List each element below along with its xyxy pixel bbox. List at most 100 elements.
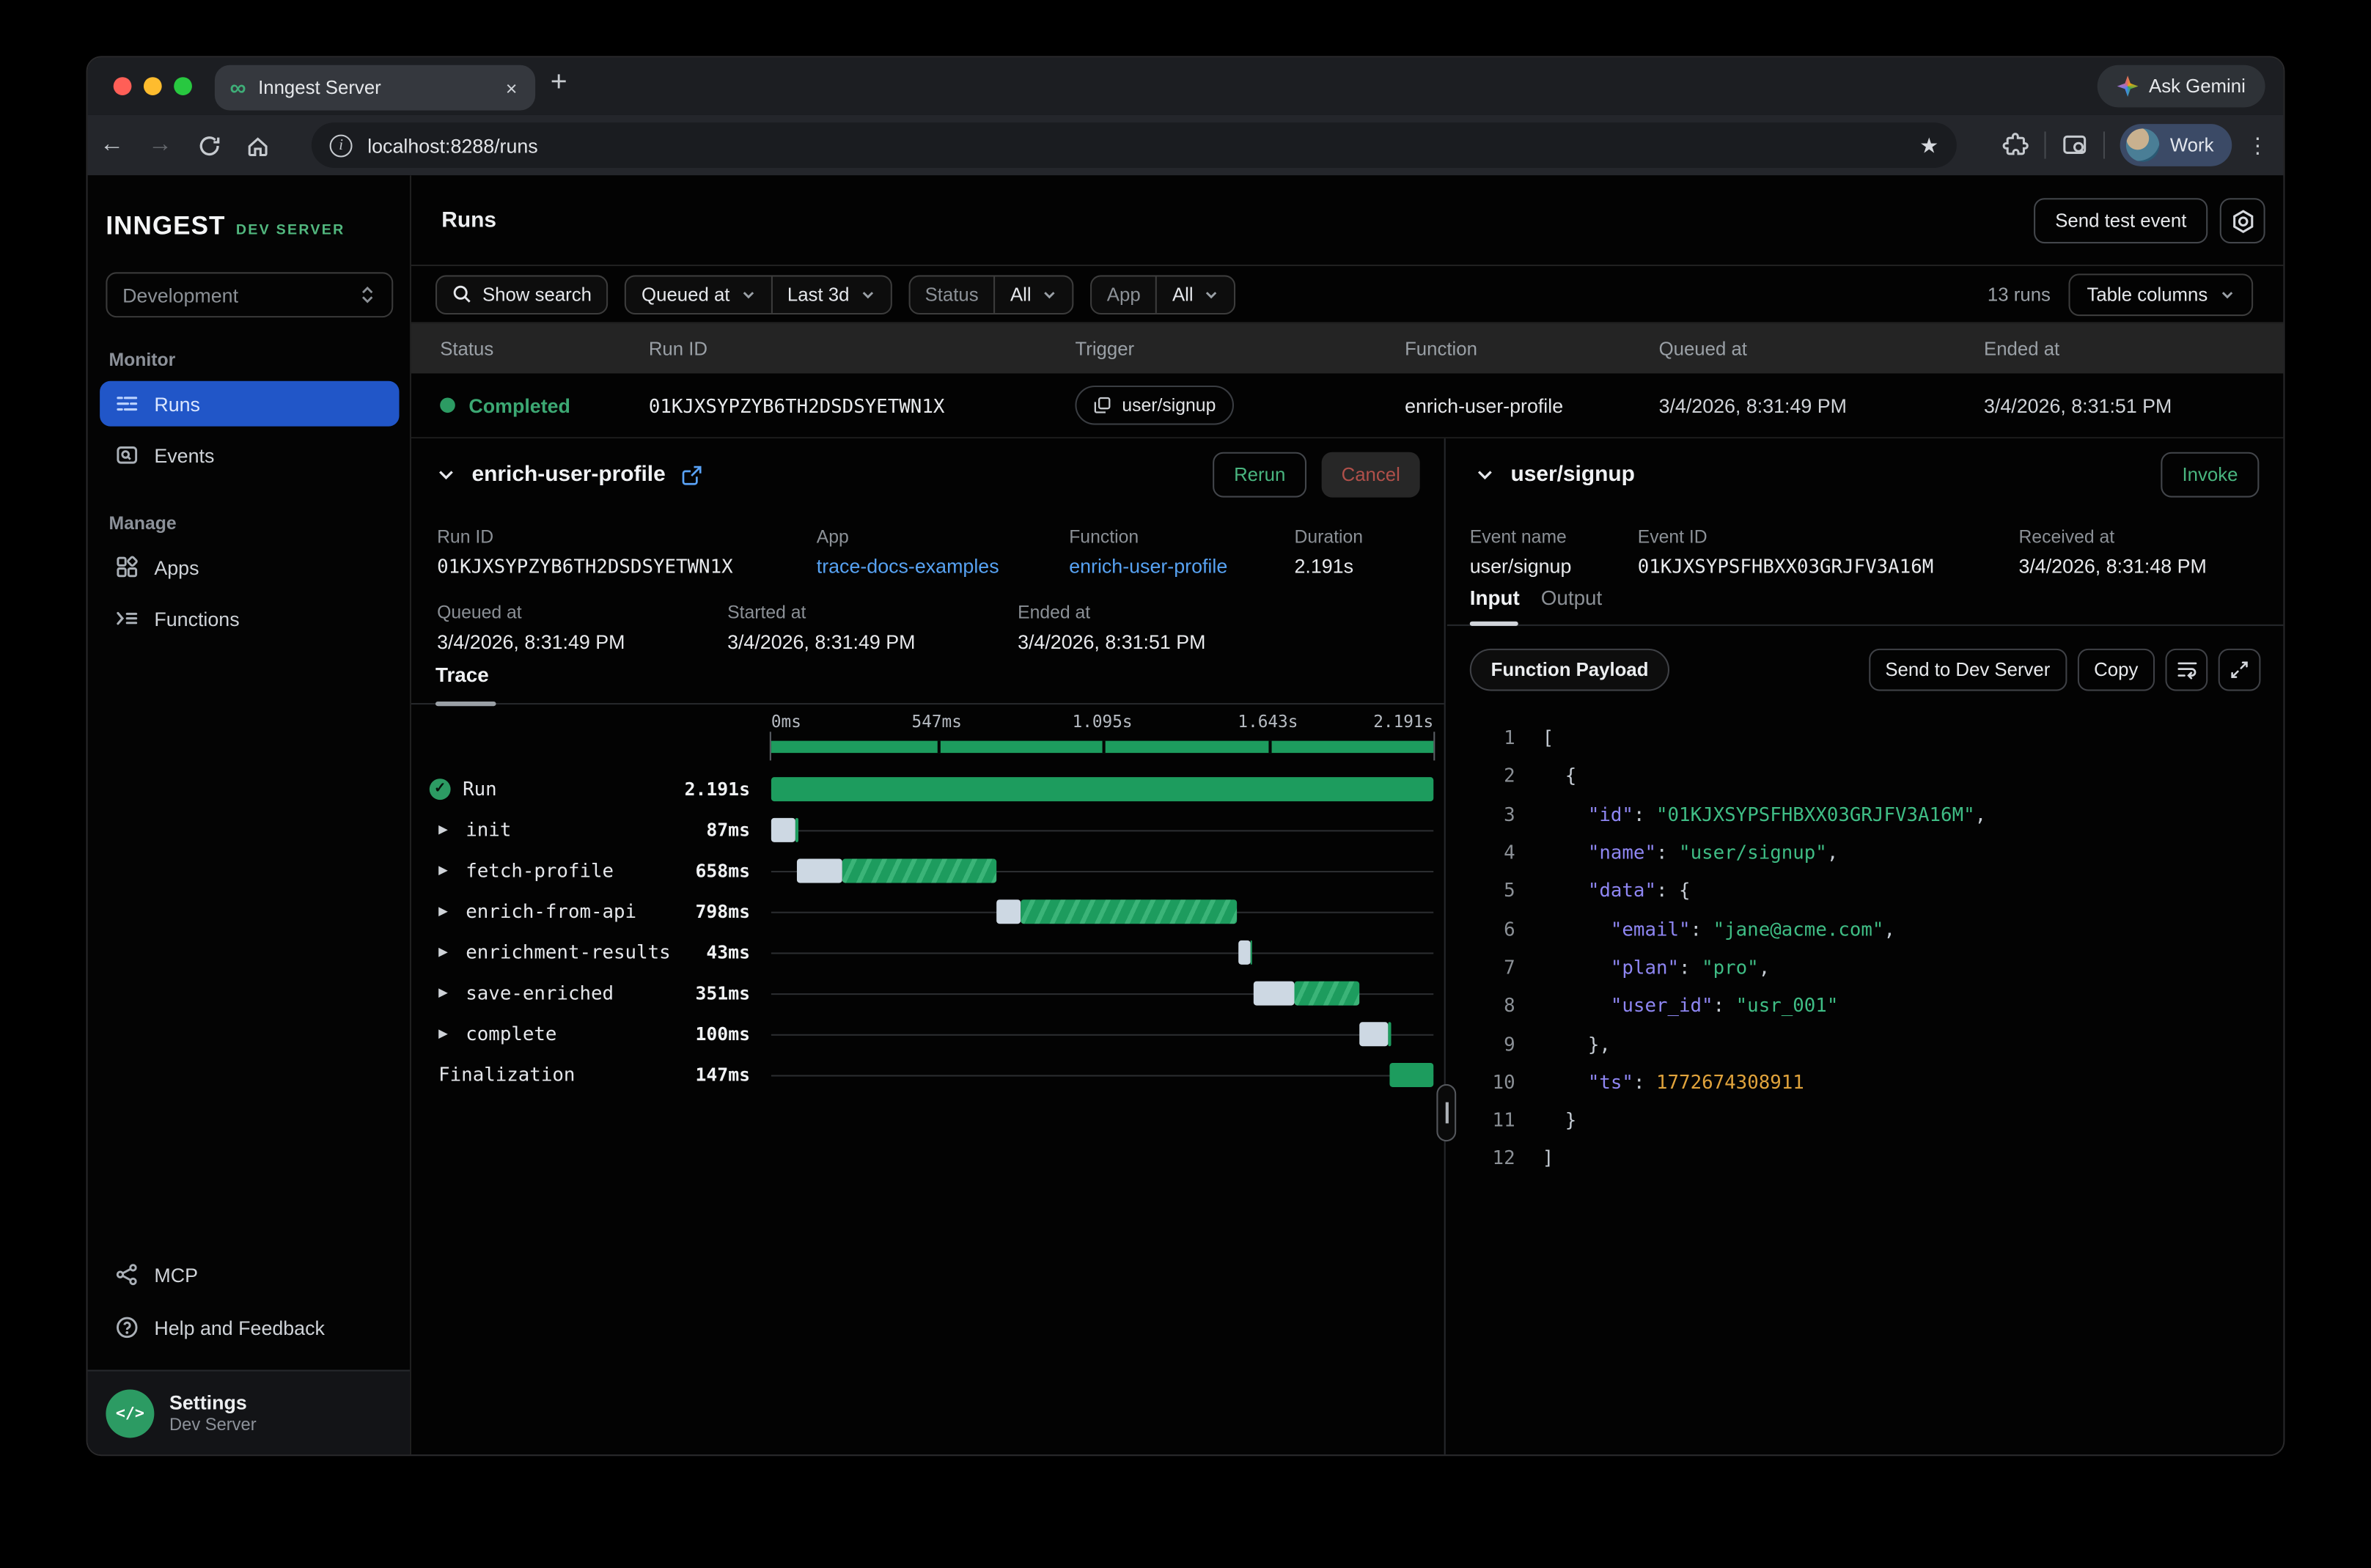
environment-select[interactable]: Development: [106, 272, 393, 317]
search-tabs-icon[interactable]: [2061, 131, 2088, 158]
trace-bar-segment[interactable]: [842, 858, 996, 882]
status-filter-value[interactable]: All: [995, 276, 1072, 312]
collapse-chevron-icon[interactable]: [1474, 464, 1496, 485]
sidebar-item-help[interactable]: Help and Feedback: [100, 1305, 399, 1350]
sidebar-item-runs[interactable]: Runs: [100, 381, 399, 427]
rerun-button[interactable]: Rerun: [1213, 452, 1306, 498]
address-bar[interactable]: i localhost:8288/runs ★: [312, 122, 1957, 168]
chevron-right-icon[interactable]: ▶: [438, 822, 454, 836]
panel-resize-handle[interactable]: [1436, 1084, 1456, 1141]
settings-footer[interactable]: </> Settings Dev Server: [88, 1370, 410, 1455]
table-row[interactable]: Completed 01KJXSYPZYB6TH2DSDSYETWN1X use…: [411, 373, 2283, 438]
new-tab-button[interactable]: +: [551, 67, 567, 100]
site-info-icon[interactable]: i: [330, 134, 353, 157]
home-button[interactable]: [233, 132, 282, 158]
maximize-window-button[interactable]: [174, 77, 192, 95]
table-columns-button[interactable]: Table columns: [2069, 273, 2253, 315]
trace-bar-segment[interactable]: [996, 899, 1021, 923]
cancel-button[interactable]: Cancel: [1322, 452, 1420, 498]
show-search-button[interactable]: Show search: [435, 274, 609, 314]
invoke-button[interactable]: Invoke: [2161, 452, 2260, 498]
minimize-window-button[interactable]: [144, 77, 162, 95]
external-link-icon[interactable]: [680, 463, 703, 486]
expand-icon[interactable]: [2219, 648, 2261, 691]
column-header-function[interactable]: Function: [1405, 338, 1659, 359]
word-wrap-icon[interactable]: [2166, 648, 2208, 691]
trace-bar-segment[interactable]: [1021, 899, 1237, 923]
app-filter-value[interactable]: All: [1157, 276, 1234, 312]
browser-tab[interactable]: ∞ Inngest Server ×: [215, 65, 535, 111]
line-number: 4: [1447, 841, 1515, 864]
sidebar-item-events[interactable]: Events: [100, 433, 399, 478]
function-link[interactable]: enrich-user-profile: [1069, 555, 1294, 578]
url-text[interactable]: localhost:8288/runs: [367, 134, 1919, 157]
chevron-right-icon[interactable]: ▶: [438, 904, 454, 918]
trace-row[interactable]: ▶init87ms: [411, 809, 1444, 850]
trace-row[interactable]: ✓Run2.191s: [411, 768, 1444, 809]
time-filter-group: Queued at Last 3d: [625, 274, 892, 314]
chevron-right-icon[interactable]: ▶: [438, 986, 454, 1000]
send-test-event-button[interactable]: Send test event: [2034, 198, 2208, 243]
app-link[interactable]: trace-docs-examples: [817, 555, 1069, 578]
json-payload-code[interactable]: 1[2 {3 "id": "01KJXSYPSFHBXX03GRJFV3A16M…: [1447, 718, 2284, 1177]
timeline-minimap[interactable]: [771, 741, 1433, 754]
trace-bar-segment[interactable]: [771, 817, 795, 842]
trace-row[interactable]: ▶enrichment-results43ms: [411, 932, 1444, 973]
trace-bar-segment[interactable]: [1238, 940, 1250, 964]
column-header-ended-at[interactable]: Ended at: [1984, 338, 2283, 359]
trigger-pill[interactable]: user/signup: [1075, 386, 1234, 425]
forward-button[interactable]: →: [136, 131, 185, 158]
run-name: enrich-user-profile: [472, 463, 666, 487]
function-payload-button[interactable]: Function Payload: [1470, 648, 1670, 691]
collapse-chevron-icon[interactable]: [435, 464, 457, 485]
check-circle-icon: ✓: [430, 778, 451, 799]
trace-row[interactable]: ▶fetch-profile658ms: [411, 850, 1444, 891]
browser-window: ∞ Inngest Server × + Ask Gemini ← → i lo…: [87, 56, 2285, 1456]
extensions-icon[interactable]: [2002, 131, 2029, 158]
column-header-queued-at[interactable]: Queued at: [1659, 338, 1984, 359]
reload-button[interactable]: [185, 132, 233, 158]
chevron-right-icon[interactable]: ▶: [438, 945, 454, 959]
tab-output[interactable]: Output: [1541, 586, 1603, 609]
chevron-right-icon[interactable]: ▶: [438, 864, 454, 877]
trace-row[interactable]: ▶complete100ms: [411, 1013, 1444, 1054]
events-search-icon: [115, 443, 139, 467]
back-button[interactable]: ←: [88, 131, 136, 158]
code-line: 2 {: [1447, 757, 2284, 795]
trace-bar-segment[interactable]: [771, 776, 1433, 800]
trace-bar-segment[interactable]: [798, 858, 842, 882]
close-tab-icon[interactable]: ×: [503, 76, 521, 99]
status-filter-label: Status: [910, 276, 993, 312]
sidebar-section-monitor: Monitor: [109, 349, 176, 370]
ask-gemini-button[interactable]: Ask Gemini: [2098, 65, 2265, 108]
trace-bar-segment[interactable]: [1295, 981, 1359, 1005]
trace-bar-segment[interactable]: [795, 817, 798, 842]
column-header-status[interactable]: Status: [440, 338, 649, 359]
code-line: 11 }: [1447, 1100, 2284, 1138]
trace-row[interactable]: ▶enrich-from-api798ms: [411, 891, 1444, 932]
queued-at-filter[interactable]: Queued at: [626, 276, 771, 312]
sidebar-item-functions[interactable]: Functions: [100, 596, 399, 641]
copy-button[interactable]: Copy: [2077, 648, 2155, 691]
column-header-run-id[interactable]: Run ID: [649, 338, 1076, 359]
close-window-button[interactable]: [114, 77, 132, 95]
bookmark-star-icon[interactable]: ★: [1919, 132, 1938, 158]
trace-bar-segment[interactable]: [1389, 1062, 1434, 1086]
sidebar-item-mcp[interactable]: MCP: [100, 1252, 399, 1298]
tab-trace[interactable]: Trace: [435, 663, 489, 686]
browser-menu-icon[interactable]: ⋮: [2247, 132, 2268, 158]
trace-row[interactable]: ▶save-enriched351ms: [411, 972, 1444, 1013]
trace-bar-segment[interactable]: [1253, 981, 1294, 1005]
column-header-trigger[interactable]: Trigger: [1075, 338, 1405, 359]
page-header: Runs Send test event: [411, 175, 2283, 266]
time-range-filter[interactable]: Last 3d: [772, 276, 890, 312]
profile-button[interactable]: Work: [2120, 124, 2232, 166]
tab-input[interactable]: Input: [1470, 586, 1520, 609]
sidebar-item-apps[interactable]: Apps: [100, 545, 399, 590]
send-to-dev-server-button[interactable]: Send to Dev Server: [1869, 648, 2067, 691]
trace-row[interactable]: Finalization147ms: [411, 1054, 1444, 1095]
trace-bar-segment[interactable]: [1360, 1021, 1389, 1045]
chevron-right-icon[interactable]: ▶: [438, 1026, 454, 1040]
settings-gear-icon[interactable]: [2220, 198, 2265, 243]
axis-tick-label: 0ms: [771, 712, 801, 732]
